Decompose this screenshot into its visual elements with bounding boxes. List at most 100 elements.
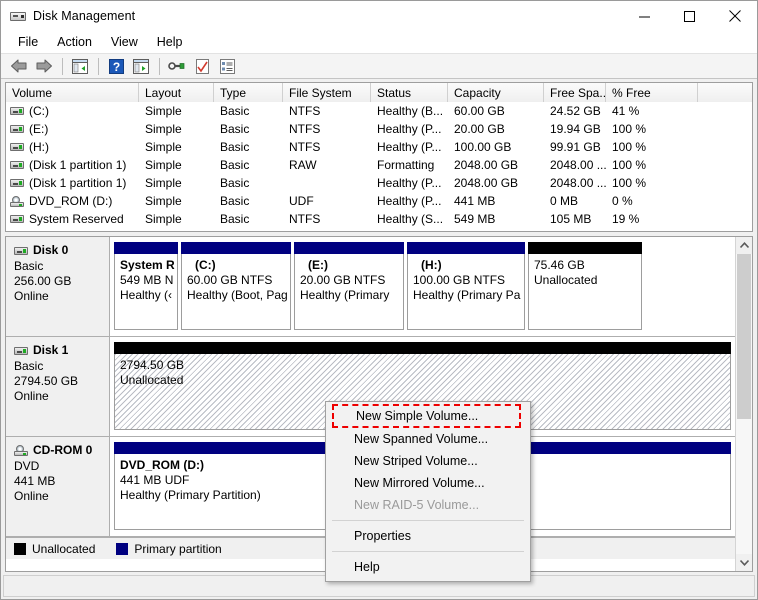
- svg-text:?: ?: [112, 60, 119, 74]
- scroll-up-icon[interactable]: [736, 237, 752, 254]
- partition-block[interactable]: (C:)60.00 GB NTFSHealthy (Boot, Pag: [181, 242, 291, 330]
- cell-layout: Simple: [139, 174, 214, 192]
- column-header-file-system[interactable]: File System: [283, 83, 371, 102]
- menu-view[interactable]: View: [102, 33, 148, 52]
- partition-bar-primary: [181, 242, 291, 254]
- vertical-scrollbar[interactable]: [735, 237, 752, 571]
- menu-item-new-striped-volume[interactable]: New Striped Volume...: [326, 450, 530, 472]
- list-view-icon[interactable]: [215, 55, 239, 77]
- column-header--free[interactable]: % Free: [606, 83, 698, 102]
- cell-volume-label: DVD_ROM (D:): [29, 194, 112, 208]
- cell-type: Basic: [214, 192, 283, 210]
- column-header-layout[interactable]: Layout: [139, 83, 214, 102]
- cell-type: Basic: [214, 138, 283, 156]
- cell-file_system: NTFS: [283, 120, 371, 138]
- scrollbar-thumb[interactable]: [737, 254, 751, 419]
- partition-status: Healthy (‹: [120, 288, 172, 303]
- hard-disk-icon: [10, 161, 24, 169]
- cell-percent_free: 100 %: [606, 120, 698, 138]
- disk-row-disk-0[interactable]: Disk 0Basic256.00 GBOnlineSystem R549 MB…: [6, 237, 735, 337]
- toolbar-separator: [98, 58, 99, 75]
- column-header-status[interactable]: Status: [371, 83, 448, 102]
- partition-size: 100.00 GB NTFS: [413, 273, 519, 288]
- menu-help[interactable]: Help: [148, 33, 193, 52]
- column-header-blank[interactable]: [698, 83, 753, 102]
- partition-size: 75.46 GB: [534, 258, 636, 273]
- table-row[interactable]: (Disk 1 partition 1)SimpleBasicRAWFormat…: [6, 156, 752, 174]
- minimize-icon[interactable]: [622, 1, 667, 31]
- menu-file[interactable]: File: [9, 33, 48, 52]
- menu-item-properties[interactable]: Properties: [326, 525, 530, 547]
- partition-details: (H:)100.00 GB NTFSHealthy (Primary Pa: [407, 254, 525, 330]
- help-icon[interactable]: ?: [104, 55, 128, 77]
- properties-icon[interactable]: [190, 55, 214, 77]
- rescan-disks-icon[interactable]: [165, 55, 189, 77]
- cell-volume: (Disk 1 partition 1): [6, 156, 139, 174]
- column-header-type[interactable]: Type: [214, 83, 283, 102]
- back-arrow-icon[interactable]: [7, 55, 31, 77]
- cell-file_system: UDF: [283, 192, 371, 210]
- show-hide-console-tree-icon[interactable]: [68, 55, 92, 77]
- column-header-volume[interactable]: Volume: [6, 83, 139, 102]
- menu-item-help[interactable]: Help: [326, 556, 530, 578]
- partition-block[interactable]: (E:)20.00 GB NTFSHealthy (Primary: [294, 242, 404, 330]
- partition-size: 60.00 GB NTFS: [187, 273, 285, 288]
- action-icon[interactable]: [129, 55, 153, 77]
- column-header-capacity[interactable]: Capacity: [448, 83, 544, 102]
- partition-details: (E:)20.00 GB NTFSHealthy (Primary: [294, 254, 404, 330]
- column-header-free-spa[interactable]: Free Spa...: [544, 83, 606, 102]
- partition-title: System R: [120, 258, 172, 273]
- disk-size: 256.00 GB: [14, 274, 109, 289]
- legend-label: Primary partition: [134, 542, 221, 556]
- context-menu[interactable]: New Simple Volume...New Spanned Volume..…: [325, 401, 531, 582]
- disk-info-panel: CD-ROM 0DVD441 MBOnline: [6, 437, 110, 536]
- cell-percent_free: 0 %: [606, 192, 698, 210]
- menu-item-new-spanned-volume[interactable]: New Spanned Volume...: [326, 428, 530, 450]
- disk-partitions: System R549 MB NHealthy (‹(C:)60.00 GB N…: [110, 237, 735, 336]
- partition-size: 549 MB N: [120, 273, 172, 288]
- table-row[interactable]: System ReservedSimpleBasicNTFSHealthy (S…: [6, 210, 752, 228]
- cell-file_system: NTFS: [283, 102, 371, 120]
- disk-size: 2794.50 GB: [14, 374, 109, 389]
- partition-status: Unallocated: [534, 273, 636, 288]
- partition-block[interactable]: System R549 MB NHealthy (‹: [114, 242, 178, 330]
- menu-action[interactable]: Action: [48, 33, 102, 52]
- partition-bar-primary: [407, 242, 525, 254]
- cell-status: Healthy (S...: [371, 210, 448, 228]
- scroll-down-icon[interactable]: [736, 554, 752, 571]
- disk-state: Online: [14, 289, 109, 304]
- menu-item-new-simple-volume[interactable]: New Simple Volume...: [332, 404, 521, 428]
- window-title: Disk Management: [33, 9, 135, 23]
- partition-block[interactable]: (H:)100.00 GB NTFSHealthy (Primary Pa: [407, 242, 525, 330]
- volume-list-pane[interactable]: VolumeLayoutTypeFile SystemStatusCapacit…: [5, 82, 753, 232]
- cell-free_space: 105 MB: [544, 210, 606, 228]
- table-row[interactable]: (E:)SimpleBasicNTFSHealthy (P...20.00 GB…: [6, 120, 752, 138]
- volume-list-header: VolumeLayoutTypeFile SystemStatusCapacit…: [6, 83, 752, 102]
- cell-capacity: 20.00 GB: [448, 120, 544, 138]
- cell-status: Healthy (B...: [371, 102, 448, 120]
- cell-layout: Simple: [139, 102, 214, 120]
- partition-details: 75.46 GBUnallocated: [528, 254, 642, 330]
- cell-free_space: 99.91 GB: [544, 138, 606, 156]
- hard-disk-icon: [14, 247, 28, 255]
- table-row[interactable]: (H:)SimpleBasicNTFSHealthy (P...100.00 G…: [6, 138, 752, 156]
- disk-management-icon: [10, 8, 26, 24]
- partition-size: 20.00 GB NTFS: [300, 273, 398, 288]
- table-row[interactable]: DVD_ROM (D:)SimpleBasicUDFHealthy (P...4…: [6, 192, 752, 210]
- partition-bar-primary: [294, 242, 404, 254]
- table-row[interactable]: (Disk 1 partition 1)SimpleBasicHealthy (…: [6, 174, 752, 192]
- hard-disk-icon: [10, 215, 24, 223]
- hard-disk-icon: [14, 347, 28, 355]
- menu-item-new-mirrored-volume[interactable]: New Mirrored Volume...: [326, 472, 530, 494]
- partition-block[interactable]: 75.46 GBUnallocated: [528, 242, 642, 330]
- maximize-icon[interactable]: [667, 1, 712, 31]
- cell-layout: Simple: [139, 120, 214, 138]
- close-icon[interactable]: [712, 1, 757, 31]
- cell-volume: DVD_ROM (D:): [6, 192, 139, 210]
- cell-volume-label: (C:): [29, 104, 49, 118]
- scrollbar-track[interactable]: [736, 254, 752, 554]
- cell-free_space: 2048.00 ...: [544, 174, 606, 192]
- table-row[interactable]: (C:)SimpleBasicNTFSHealthy (B...60.00 GB…: [6, 102, 752, 120]
- forward-arrow-icon[interactable]: [32, 55, 56, 77]
- disk-type: Basic: [14, 359, 109, 374]
